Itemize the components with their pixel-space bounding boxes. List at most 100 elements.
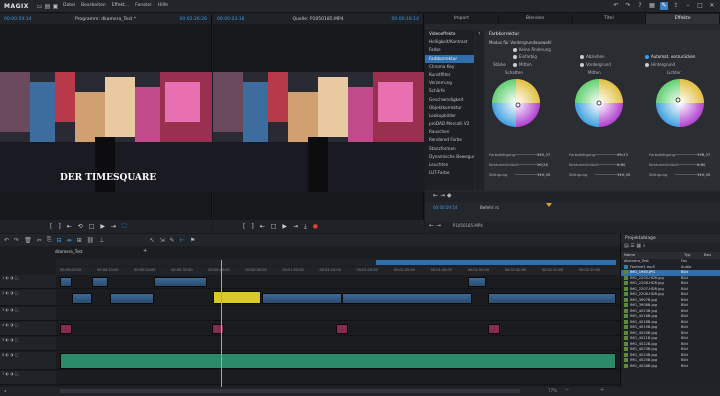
select-tool-icon[interactable]: ↖ xyxy=(149,237,154,244)
video-clip[interactable] xyxy=(72,293,92,304)
close-icon[interactable]: ✕ xyxy=(708,2,716,10)
category-item[interactable]: Helligkeit/Kontrast xyxy=(425,38,474,46)
layout-icon[interactable]: ▦ xyxy=(648,2,656,10)
timeline-overview[interactable] xyxy=(56,259,620,266)
redo-icon[interactable]: ↷ xyxy=(624,2,632,10)
highlights-gain-slider[interactable]: Sättigung 110,00 xyxy=(649,172,710,178)
video-clip[interactable] xyxy=(262,293,342,304)
target-radio-bg[interactable]: Hintergrund xyxy=(645,62,675,67)
timeline-ruler[interactable]: 00:00:00:00 00:00:10:00 00:00:20:00 00:00:3… xyxy=(56,267,620,275)
source-next-icon[interactable]: ⇥ xyxy=(293,223,298,230)
source-play-icon[interactable]: ▶ xyxy=(282,223,287,230)
cut-icon[interactable]: ✂ xyxy=(37,237,42,244)
bin-list-icon[interactable]: ☰ xyxy=(630,243,634,249)
loop-icon[interactable]: ⟲ xyxy=(78,223,83,230)
source-mark-in-icon[interactable]: [ xyxy=(243,223,245,230)
menu-item-edit[interactable]: Bearbeiten xyxy=(81,3,106,8)
bin-grid-icon[interactable]: ▦ xyxy=(636,243,641,249)
menu-item-window[interactable]: Fenster xyxy=(135,3,152,8)
mode-radio-subtract[interactable]: Abziehen xyxy=(580,54,604,59)
column-type[interactable]: Typ xyxy=(681,252,701,259)
snap-icon[interactable]: ⊥ xyxy=(99,237,104,244)
timeline-scrollbar[interactable] xyxy=(60,389,520,393)
category-item[interactable]: Objektkorrektur xyxy=(425,104,474,112)
export-icon[interactable]: ⇪ xyxy=(672,2,680,10)
zoom-in-icon[interactable]: + xyxy=(600,387,604,393)
category-item[interactable]: Rauschen xyxy=(425,128,474,136)
category-item[interactable]: LUT-Farbe xyxy=(425,169,474,177)
category-item[interactable]: Geschwindigkeit xyxy=(425,96,474,104)
ripple-icon[interactable]: ⇹ xyxy=(67,237,72,244)
copy-icon[interactable]: ⎘ xyxy=(47,236,52,244)
category-item[interactable]: Schärfe xyxy=(425,87,474,95)
title-clip[interactable] xyxy=(60,324,72,334)
highlights-saturation-slider[interactable]: Farbsättigung 178,37 xyxy=(649,152,710,158)
column-name[interactable]: Name xyxy=(621,252,681,259)
mids-contrast-slider[interactable]: Kontrastlichkeit 0,00 xyxy=(569,162,629,168)
shadows-contrast-slider[interactable]: Kontrastlichkeit 10,26 xyxy=(489,162,549,168)
maximize-icon[interactable]: □ xyxy=(696,2,704,10)
split-icon[interactable]: ⊟ xyxy=(57,237,62,244)
keyframe-timeline[interactable]: 00:00:59:14 Befehl: rc xyxy=(425,203,720,221)
mode-radio-single[interactable]: Einfarbig xyxy=(513,54,537,59)
color-wheel-highlights[interactable] xyxy=(655,78,705,130)
category-item[interactable]: Farbe xyxy=(425,46,474,54)
shadows-saturation-slider[interactable]: Farbsättigung 212,37 xyxy=(489,152,550,158)
project-tab[interactable]: dkamera_Test xyxy=(55,249,83,254)
source-prev-icon[interactable]: ⇤ xyxy=(260,223,265,230)
video-clip[interactable] xyxy=(342,293,472,304)
audio-clip[interactable] xyxy=(60,353,616,369)
mids-gain-slider[interactable]: Sättigung 110,00 xyxy=(569,172,630,178)
pen-tool-icon[interactable]: ✎ xyxy=(170,237,175,244)
track-header[interactable]: 4 ◐ ◑ ▢ xyxy=(0,322,56,335)
video-clip[interactable] xyxy=(110,293,154,304)
tab-effects[interactable]: Effekte xyxy=(646,14,720,24)
mids-saturation-slider[interactable]: Farbsättigung 45,33 xyxy=(569,152,629,158)
category-item[interactable]: Rendered Farbe xyxy=(425,136,474,144)
redo-tl-icon[interactable]: ↷ xyxy=(14,237,19,244)
mark-out-icon[interactable]: ] xyxy=(58,223,60,230)
category-item[interactable]: Verzerrung xyxy=(425,79,474,87)
shadows-gain-slider[interactable]: Sättigung 110,00 xyxy=(489,172,550,178)
color-wheel-shadows[interactable] xyxy=(491,78,541,130)
track-header[interactable]: 2 ◐ ◑ ▢ xyxy=(0,290,56,305)
video-clip[interactable] xyxy=(60,277,72,287)
menu-item-file[interactable]: Datei xyxy=(63,3,75,8)
marker-icon[interactable]: ⚑ xyxy=(190,237,195,244)
mode-radio-auto[interactable]: Automat. vorzurücken xyxy=(645,54,695,59)
title-clip[interactable] xyxy=(488,324,500,334)
title-clip[interactable] xyxy=(336,324,348,334)
keyframe-next-icon[interactable]: ⇥ xyxy=(440,192,445,199)
trim-tool-icon[interactable]: ⊢ xyxy=(180,237,185,244)
link-icon[interactable]: ⛓ xyxy=(87,237,95,244)
tab-titles[interactable]: Titel xyxy=(573,14,647,24)
title-clip[interactable] xyxy=(212,324,224,334)
edit-mode-icon[interactable]: ✎ xyxy=(660,2,668,10)
range-tool-icon[interactable]: ⇲ xyxy=(160,237,165,244)
play-icon[interactable]: ▶ xyxy=(100,223,105,230)
source-mark-out-icon[interactable]: ] xyxy=(251,223,253,230)
source-insert-icon[interactable]: ⤓ xyxy=(304,223,307,231)
track-header[interactable]: 6 ◐ ◑ ▢ xyxy=(0,352,56,369)
bin-folder-icon[interactable]: ▤ xyxy=(624,243,629,249)
source-stop-icon[interactable]: □ xyxy=(271,223,277,230)
new-file-icon[interactable]: ▭ xyxy=(36,3,43,10)
category-item[interactable]: Chroma Key xyxy=(425,63,474,71)
keyframe-marker[interactable] xyxy=(546,203,552,207)
source-video-frame[interactable] xyxy=(213,72,424,192)
save-icon[interactable]: ▣ xyxy=(52,3,59,10)
delete-icon[interactable]: 🗑 xyxy=(24,237,32,244)
apply-forward-icon[interactable]: → xyxy=(436,222,441,229)
tab-import[interactable]: Import xyxy=(425,14,499,24)
column-extra[interactable]: Bes xyxy=(701,252,711,259)
keyframe-prev-icon[interactable]: ⇤ xyxy=(433,192,438,199)
help-icon[interactable]: ? xyxy=(636,2,644,10)
track-header[interactable]: 1 ◐ ◑ ▢ xyxy=(0,275,56,288)
next-marker-icon[interactable]: ⇥ xyxy=(111,223,116,230)
category-item[interactable]: Leuchten xyxy=(425,161,474,169)
keyframe-add-icon[interactable]: ◆ xyxy=(447,192,452,199)
undo-tl-icon[interactable]: ↶ xyxy=(4,237,9,244)
menu-item-effects[interactable]: Effekt... xyxy=(112,3,129,8)
prev-marker-icon[interactable]: ⇤ xyxy=(67,223,72,230)
menu-item-help[interactable]: Hilfe xyxy=(158,3,168,8)
